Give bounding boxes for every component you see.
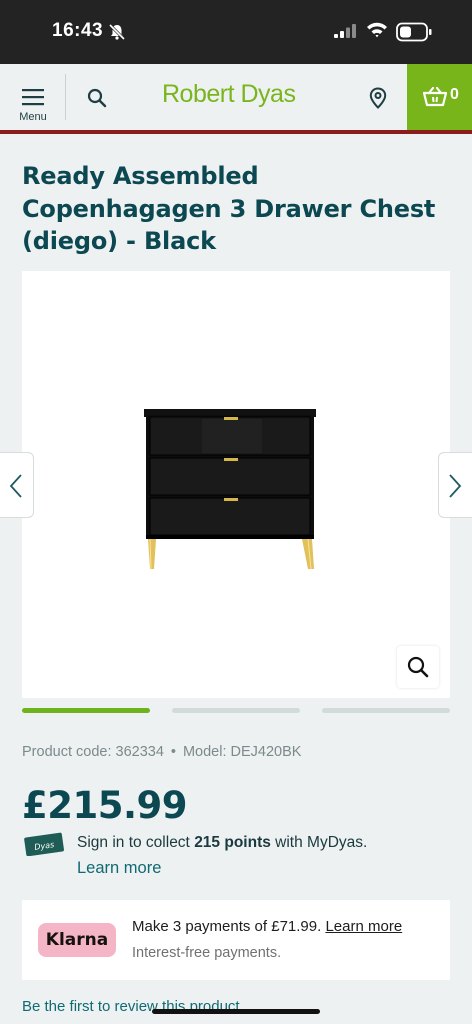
- home-indicator[interactable]: [152, 1009, 320, 1014]
- klarna-installments: Make 3 payments of £71.99.: [132, 918, 322, 935]
- klarna-payment-text: Make 3 payments of £71.99. Learn more: [132, 918, 402, 935]
- gallery-pager-dot-3[interactable]: [322, 708, 450, 713]
- wifi-icon: [367, 22, 387, 38]
- product-image: [144, 409, 316, 570]
- location-pin-icon: [369, 87, 387, 109]
- status-time: 16:43: [52, 20, 104, 41]
- basket-button[interactable]: 0: [407, 64, 472, 130]
- chevron-left-icon: [9, 474, 22, 498]
- meta-separator: •: [170, 744, 176, 760]
- menu-label: Menu: [19, 111, 47, 123]
- zoom-icon: [407, 656, 429, 678]
- chevron-right-icon: [449, 474, 462, 498]
- battery-icon: [396, 22, 432, 42]
- gallery-pager-dot-2[interactable]: [172, 708, 300, 713]
- product-model: Model: DEJ420BK: [182, 744, 302, 760]
- loyalty-text-after: with MyDyas.: [270, 834, 368, 851]
- search-button[interactable]: [78, 80, 114, 116]
- header-accent-rule: [0, 130, 472, 134]
- zoom-button[interactable]: [397, 646, 439, 688]
- klarna-interest-free: Interest-free payments.: [132, 945, 282, 961]
- loyalty-points: 215 points: [194, 834, 271, 851]
- gallery-next-button[interactable]: [438, 452, 472, 518]
- product-code: Product code: 362334: [22, 744, 164, 760]
- menu-button[interactable]: Menu: [0, 64, 66, 130]
- store-locator-button[interactable]: [362, 80, 394, 116]
- product-image-gallery[interactable]: [22, 271, 450, 698]
- gallery-prev-button[interactable]: [0, 452, 34, 518]
- signal-icon: [334, 24, 356, 38]
- gallery-pager-dot-1[interactable]: [22, 708, 150, 713]
- brand-logo[interactable]: Robert Dyas: [162, 80, 312, 114]
- hamburger-icon: [22, 89, 44, 106]
- basket-count: 0: [450, 86, 459, 103]
- basket-icon: [423, 87, 447, 107]
- loyalty-card-icon: Dyas: [24, 832, 64, 856]
- klarna-logo: Klarna: [38, 923, 116, 957]
- loyalty-text-before: Sign in to collect: [77, 834, 195, 851]
- product-title: Ready Assembled Copenhagagen 3 Drawer Ch…: [22, 162, 436, 255]
- loyalty-text: Sign in to collect 215 points with MyDya…: [77, 834, 367, 852]
- loyalty-learn-more-link[interactable]: Learn more: [77, 859, 161, 878]
- status-bar: 16:43: [0, 0, 472, 64]
- search-icon: [87, 88, 107, 108]
- product-price: £215.99: [22, 784, 188, 827]
- header-divider: [65, 74, 66, 120]
- klarna-learn-more-link[interactable]: Learn more: [325, 918, 402, 935]
- site-header: Menu Robert Dyas 0: [0, 64, 472, 130]
- bell-slash-icon: [108, 23, 126, 41]
- klarna-panel: Klarna Make 3 payments of £71.99. Learn …: [22, 900, 450, 980]
- product-meta: Product code: 362334 • Model: DEJ420BK: [22, 744, 301, 760]
